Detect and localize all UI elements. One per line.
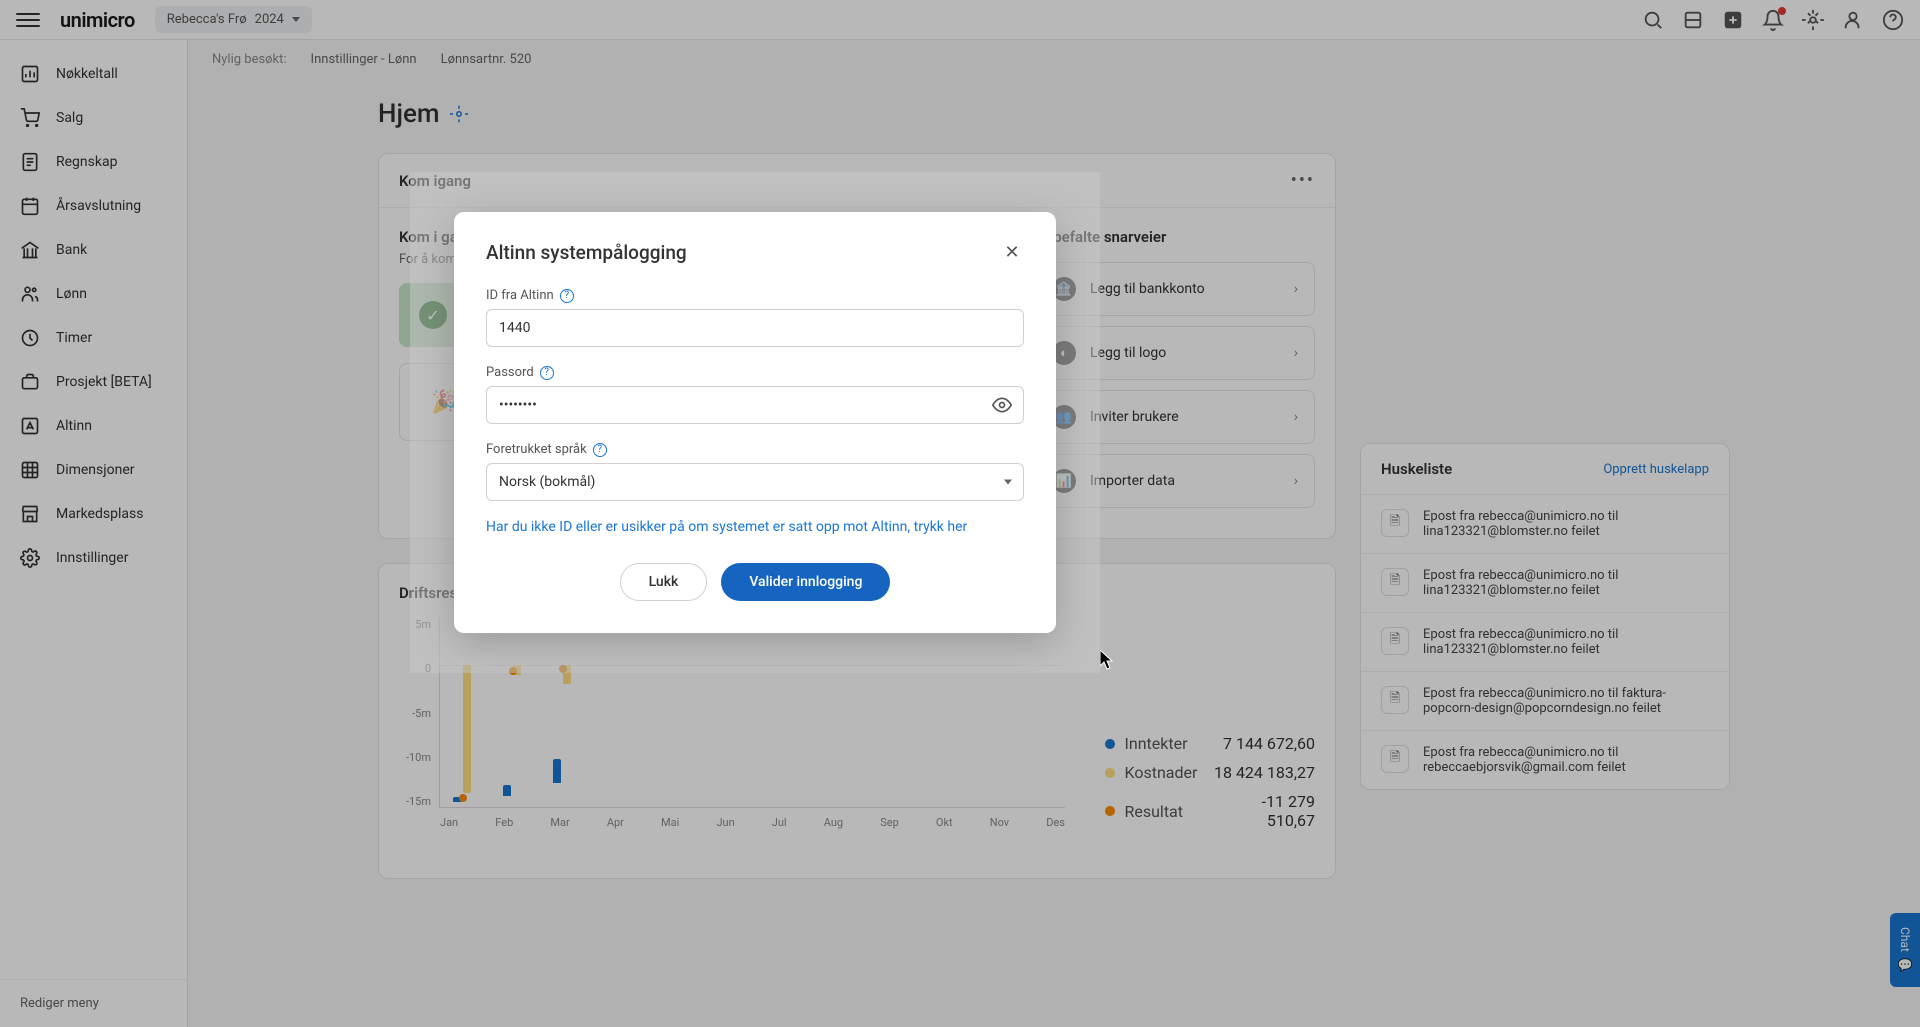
help-icon[interactable]: ? (540, 366, 554, 380)
password-input[interactable] (486, 386, 1024, 424)
language-label: Foretrukket språk (486, 442, 587, 457)
altinn-id-input[interactable] (486, 309, 1024, 347)
overlay-container: Altinn systempålogging ✕ ID fra Altinn ?… (410, 172, 1100, 673)
modal-title: Altinn systempålogging (486, 241, 687, 264)
cursor-icon (1100, 650, 1116, 670)
help-icon[interactable]: ? (560, 289, 574, 303)
validate-button[interactable]: Valider innlogging (721, 563, 890, 601)
id-label: ID fra Altinn (486, 288, 554, 303)
language-select[interactable]: Norsk (bokmål) (486, 463, 1024, 501)
help-link[interactable]: Har du ikke ID eller er usikker på om sy… (486, 519, 1024, 535)
password-label: Passord (486, 365, 534, 380)
help-icon[interactable]: ? (593, 443, 607, 457)
altinn-login-modal: Altinn systempålogging ✕ ID fra Altinn ?… (454, 212, 1056, 633)
close-button[interactable]: Lukk (620, 563, 708, 601)
close-icon[interactable]: ✕ (1000, 240, 1024, 264)
toggle-password-icon[interactable] (992, 395, 1012, 415)
